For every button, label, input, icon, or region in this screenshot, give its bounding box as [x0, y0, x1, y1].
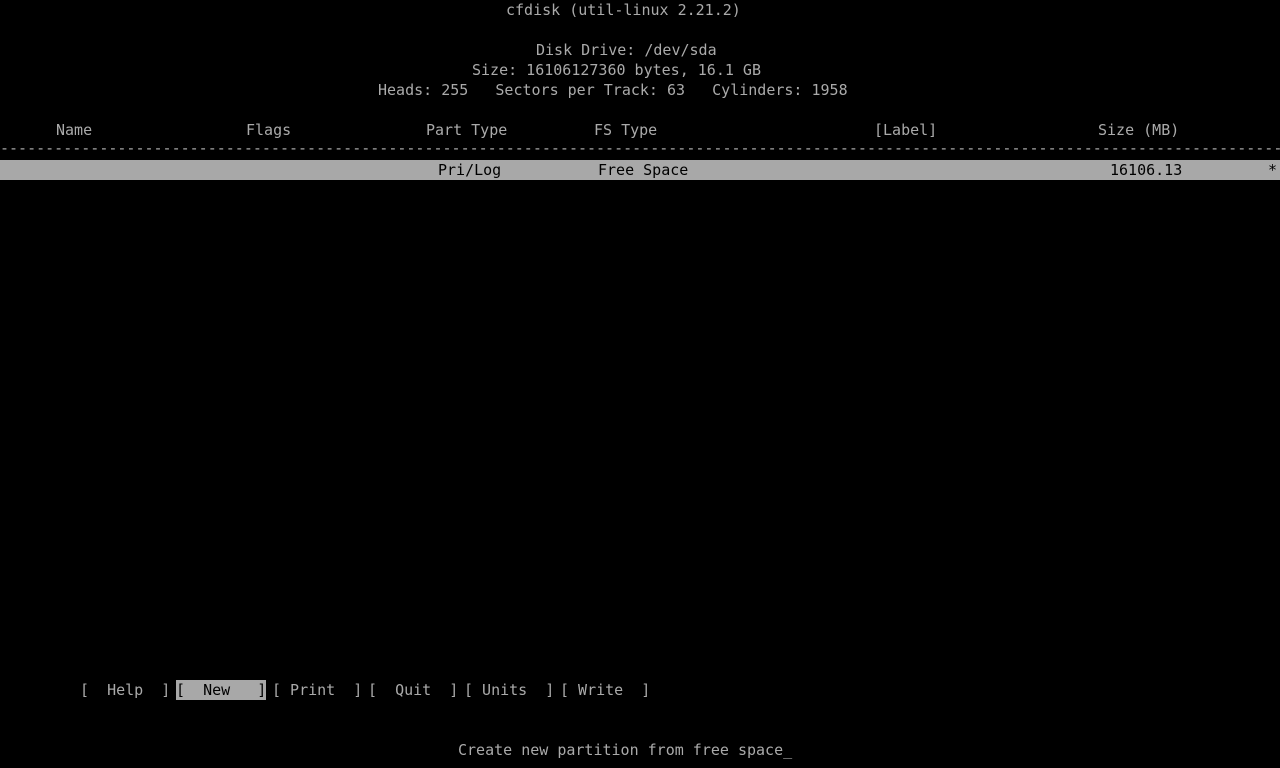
column-header-flags: Flags — [246, 121, 292, 139]
column-header-name: Name — [56, 121, 93, 139]
column-header-label: [Label] — [874, 121, 938, 139]
status-message: Create new partition from free space_ — [458, 741, 793, 759]
menu-button-help[interactable]: [ Help ] — [80, 680, 170, 700]
row-marker: * — [1268, 161, 1278, 179]
cfdisk-terminal-screen: cfdisk (util-linux 2.21.2) Disk Drive: /… — [0, 0, 1280, 768]
menu-button-write[interactable]: [ Write ] — [560, 680, 650, 700]
app-title: cfdisk (util-linux 2.21.2) — [506, 1, 741, 19]
row-fs-type: Free Space — [598, 161, 689, 179]
disk-geometry-line: Heads: 255 Sectors per Track: 63 Cylinde… — [378, 81, 848, 99]
disk-size-line: Size: 16106127360 bytes, 16.1 GB — [472, 61, 761, 79]
menu-button-quit[interactable]: [ Quit ] — [368, 680, 458, 700]
menu-button-units[interactable]: [ Units ] — [464, 680, 554, 700]
disk-drive-line: Disk Drive: /dev/sda — [536, 41, 717, 59]
menu-button-new[interactable]: [ New ] — [176, 680, 267, 700]
column-header-size: Size (MB) — [1098, 121, 1180, 139]
column-header-fs-type: FS Type — [594, 121, 658, 139]
row-size: 16106.13 — [1110, 161, 1183, 179]
table-separator: ----------------------------------------… — [0, 139, 1280, 157]
menu-button-print[interactable]: [ Print ] — [272, 680, 362, 700]
column-header-part-type: Part Type — [426, 121, 508, 139]
row-part-type: Pri/Log — [438, 161, 502, 179]
